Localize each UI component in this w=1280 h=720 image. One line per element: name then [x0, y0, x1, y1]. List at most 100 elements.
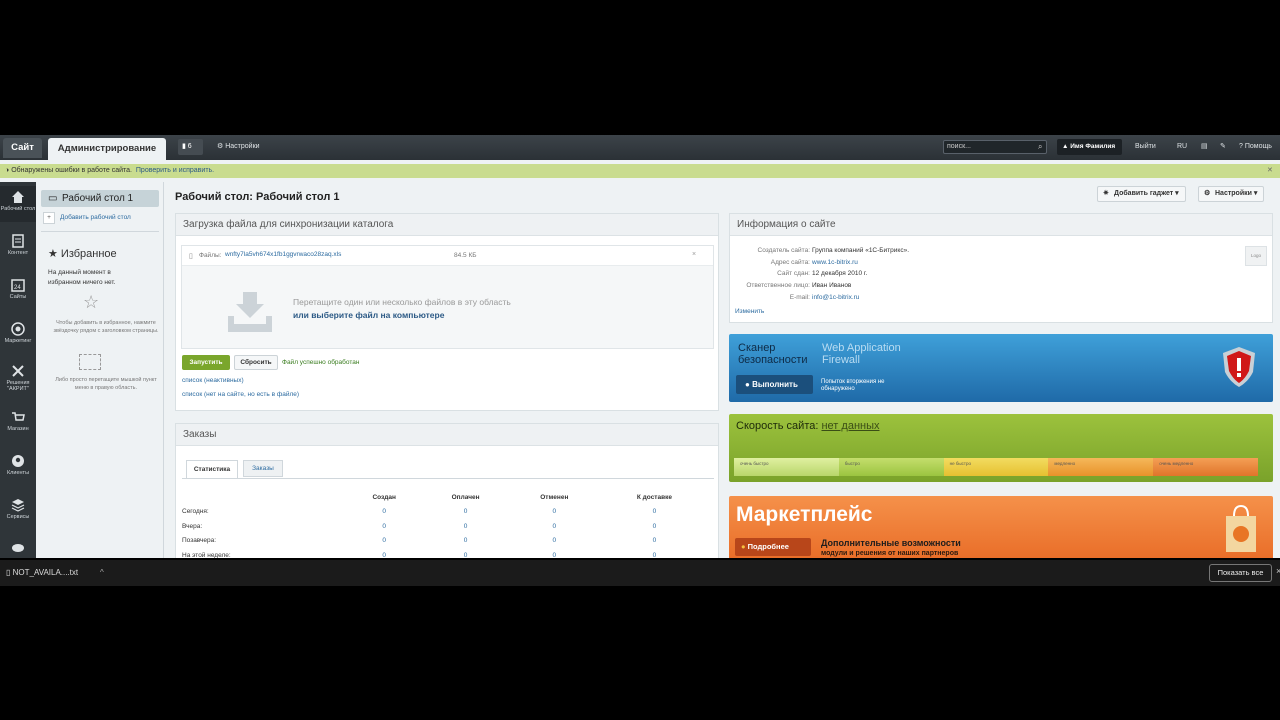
menu-update[interactable] — [0, 540, 36, 556]
cell-value[interactable]: 0 — [599, 505, 710, 520]
chevron-up-icon[interactable]: ^ — [100, 566, 104, 580]
menu-shop-label: Магазин — [7, 426, 29, 432]
upload-tray-icon — [226, 292, 274, 336]
files-label: Файлы: — [199, 252, 222, 259]
add-gadget-button[interactable]: ✷ Добавить гаджет ▾ — [1097, 186, 1186, 202]
speed-title-text: Скорость сайта: — [736, 420, 819, 432]
menu-shop[interactable]: Магазин — [0, 410, 36, 432]
cell-value[interactable]: 0 — [599, 534, 710, 549]
help-link[interactable]: ? Помощь — [1239, 139, 1272, 155]
bullet-icon: ● — [745, 380, 753, 389]
top-bar: Сайт Администрирование ▮ 6 ⚙ Настройки п… — [0, 135, 1280, 160]
file-row: ▯ Файлы: wnfty7la5vh674x1fb1ggvrwaco28za… — [182, 246, 713, 266]
search-input[interactable]: поиск... — [943, 140, 1047, 154]
notice-text: Обнаружены ошибки в работе сайта. — [11, 167, 132, 174]
cell-value[interactable]: 0 — [421, 548, 509, 558]
home-icon — [11, 190, 25, 204]
user-button[interactable]: ▲ Имя Фамилия — [1057, 139, 1122, 155]
clients-icon — [11, 454, 25, 468]
close-icon[interactable]: ✕ — [1267, 164, 1273, 178]
cell-value[interactable]: 0 — [421, 519, 509, 534]
remove-file-icon[interactable]: × — [692, 251, 696, 258]
add-desktop-link[interactable]: + Добавить рабочий стол — [43, 212, 131, 224]
table-row: На этой неделе: 0 0 0 0 — [182, 548, 710, 558]
scanner-title: Сканер безопасности — [738, 342, 808, 366]
tab-site[interactable]: Сайт — [3, 138, 42, 158]
sun-icon: ✷ — [1103, 190, 1109, 197]
orders-card-title: Заказы — [176, 424, 718, 446]
add-desktop-label: Добавить рабочий стол — [60, 214, 131, 221]
speed-value-link[interactable]: нет данных — [821, 420, 879, 432]
run-button[interactable]: Запустить — [182, 355, 230, 370]
site-url-link[interactable]: www.1c-bitrix.ru — [812, 259, 858, 266]
cell-value[interactable]: 0 — [510, 505, 599, 520]
tab-admin[interactable]: Администрирование — [48, 138, 166, 160]
search-icon[interactable]: ⌕ — [1038, 142, 1042, 152]
menu-sites[interactable]: 24 Сайты — [0, 278, 36, 300]
field-label: Создатель сайта: — [757, 247, 810, 254]
tab-statistics[interactable]: Статистика — [186, 460, 238, 478]
pin-icon[interactable]: ✎ — [1220, 139, 1226, 155]
desktop-item[interactable]: ▭ Рабочий стол 1 — [41, 190, 159, 207]
settings-button[interactable]: ⚙ Настройки ▾ — [1198, 186, 1265, 202]
download-item[interactable]: ▯ NOT_AVAILA....txt ^ — [6, 566, 111, 580]
favorites-panel: ▭ Рабочий стол 1 + Добавить рабочий стол ★… — [36, 182, 164, 558]
menu-services[interactable]: Сервисы — [0, 498, 36, 520]
cell-value[interactable]: 0 — [510, 534, 599, 549]
cell-value[interactable]: 0 — [421, 534, 509, 549]
shopping-bag-icon — [1224, 504, 1258, 556]
logout-link[interactable]: Выйти — [1135, 139, 1156, 155]
tab-divider — [182, 478, 714, 479]
file-name-link[interactable]: wnfty7la5vh674x1fb1ggvrwaco28zaq.xls — [225, 251, 341, 258]
cell-value[interactable]: 0 — [510, 548, 599, 558]
close-download-bar-icon[interactable]: × — [1276, 566, 1280, 576]
menu-content[interactable]: Контент — [0, 234, 36, 256]
more-button[interactable]: ● Подробнее — [735, 538, 811, 556]
menu-clients[interactable]: Клиенты — [0, 454, 36, 476]
inactive-list-link[interactable]: список (неактивных) — [182, 377, 244, 384]
cell-value[interactable]: 0 — [347, 505, 421, 520]
speed-segment: очень медленно — [1153, 458, 1258, 476]
notice-fix-link[interactable]: Проверить и исправить. — [136, 167, 214, 174]
empty-header — [182, 490, 347, 505]
target-icon — [11, 322, 25, 336]
drop-zone[interactable]: ▯ Файлы: wnfty7la5vh674x1fb1ggvrwaco28za… — [181, 245, 714, 349]
cell-value[interactable]: 0 — [347, 519, 421, 534]
speed-segment: быстро — [838, 458, 944, 476]
choose-file-link[interactable]: или выберите файл на компьютере — [293, 310, 444, 320]
language-select[interactable]: RU — [1177, 139, 1187, 155]
drag-icon — [79, 354, 101, 370]
scan-run-button[interactable]: ● Выполнить — [736, 375, 813, 394]
scanner-title-line1: Сканер — [738, 342, 776, 354]
marketplace-title: Маркетплейс — [736, 503, 873, 526]
site-info-card: Информация о сайте Создатель сайта: Груп… — [729, 213, 1273, 323]
cell-value[interactable]: 0 — [347, 548, 421, 558]
edit-link[interactable]: Изменить — [735, 308, 764, 315]
cell-value[interactable]: 0 — [421, 505, 509, 520]
notifications-button[interactable]: ▮ 6 — [178, 139, 203, 155]
security-scanner-card: Сканер безопасности Web Application Firewa… — [729, 334, 1273, 402]
scan-run-label: Выполнить — [752, 380, 798, 389]
menu-marketing-label: Маркетинг — [4, 338, 32, 344]
column-header: Оплачен — [451, 493, 480, 501]
add-gadget-label: Добавить гаджет — [1114, 190, 1174, 197]
window-icon[interactable]: ▤ — [1201, 139, 1208, 155]
shield-icon — [1222, 346, 1256, 390]
missing-list-link[interactable]: список (нет на сайте, но есть в файле) — [182, 391, 299, 398]
cell-value[interactable]: 0 — [599, 519, 710, 534]
menu-akrit[interactable]: Решения "АКРИТ" — [0, 364, 36, 392]
cell-value[interactable]: 0 — [347, 534, 421, 549]
settings-link[interactable]: ⚙ Настройки — [217, 139, 260, 155]
menu-sites-label: Сайты — [9, 294, 27, 300]
show-all-button[interactable]: Показать все — [1209, 564, 1272, 582]
email-link[interactable]: info@1c-bitrix.ru — [812, 294, 859, 301]
menu-desktop-label: Рабочий стол — [0, 206, 36, 212]
cell-value[interactable]: 0 — [510, 519, 599, 534]
download-bar: ▯ NOT_AVAILA....txt ^ Показать все × — [0, 560, 1280, 586]
menu-desktop[interactable]: Рабочий стол — [0, 186, 36, 222]
reset-button[interactable]: Сбросить — [234, 355, 278, 370]
tab-orders[interactable]: Заказы — [243, 460, 283, 477]
field-label: Адрес сайта: — [770, 259, 810, 266]
menu-marketing[interactable]: Маркетинг — [0, 322, 36, 344]
cell-value[interactable]: 0 — [599, 548, 710, 558]
